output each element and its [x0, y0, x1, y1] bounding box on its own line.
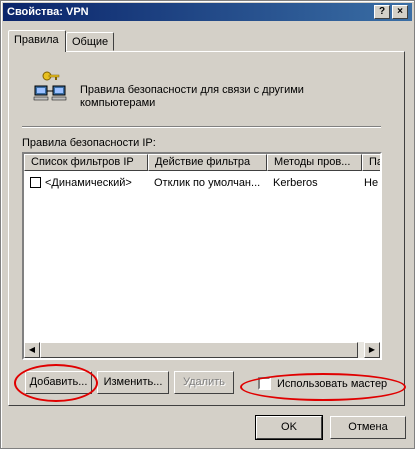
- rules-list[interactable]: Список фильтров IP Действие фильтра Мето…: [22, 152, 382, 360]
- title-bar[interactable]: Свойства: VPN ? ×: [3, 3, 412, 21]
- rule-auth-methods: Kerberos: [273, 177, 318, 189]
- scroll-thumb[interactable]: [40, 342, 358, 358]
- rule-extra: Не: [364, 177, 379, 189]
- table-row-checkbox-cell[interactable]: <Динамический>: [30, 175, 132, 191]
- tab-general[interactable]: Общие: [66, 32, 114, 51]
- close-button[interactable]: ×: [392, 5, 408, 19]
- column-header-auth-methods[interactable]: Методы пров...: [267, 154, 362, 171]
- edit-button[interactable]: Изменить...: [97, 371, 169, 394]
- highlight-ellipse-add: [14, 364, 98, 402]
- window-title: Свойства: VPN: [7, 6, 89, 18]
- ok-button[interactable]: OK: [255, 415, 323, 440]
- rules-label: Правила безопасности IP:: [22, 137, 156, 149]
- highlight-ellipse-wizard: [240, 373, 406, 401]
- remove-button[interactable]: Удалить: [174, 371, 234, 394]
- column-header-extra[interactable]: Па: [362, 154, 380, 171]
- rule-checkbox[interactable]: [30, 177, 41, 188]
- network-security-icon: [33, 71, 67, 101]
- scroll-left-icon[interactable]: ◀: [24, 342, 40, 358]
- horizontal-scrollbar[interactable]: ◀ ▶: [24, 342, 380, 358]
- tab-rules[interactable]: Правила: [8, 30, 66, 52]
- column-header-filter-list[interactable]: Список фильтров IP: [24, 154, 148, 171]
- scroll-right-icon[interactable]: ▶: [364, 342, 380, 358]
- separator: [22, 126, 381, 128]
- policy-description: Правила безопасности для связи с другими…: [80, 84, 304, 109]
- rule-filter-list: <Динамический>: [45, 177, 132, 189]
- column-header-filter-action[interactable]: Действие фильтра: [148, 154, 267, 171]
- rule-filter-action: Отклик по умолчан...: [154, 177, 261, 189]
- help-button[interactable]: ?: [374, 5, 390, 19]
- cancel-button[interactable]: Отмена: [330, 416, 406, 439]
